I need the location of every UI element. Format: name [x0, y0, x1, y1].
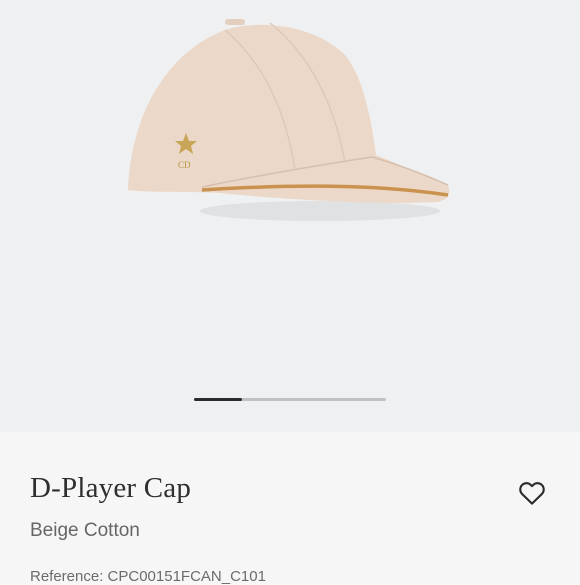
product-info	[0, 432, 580, 580]
svg-text:CD: CD	[178, 160, 191, 170]
carousel-progress-fill	[194, 398, 242, 401]
product-image: CD	[128, 19, 450, 221]
product-reference: Reference: CPC00151FCAN_C101	[30, 568, 266, 585]
heart-outline-icon	[519, 482, 545, 505]
wishlist-button[interactable]	[517, 478, 547, 508]
carousel-progress[interactable]	[194, 398, 386, 401]
product-gallery[interactable]: CD	[0, 0, 580, 432]
product-title: D-Player Cap	[30, 472, 192, 504]
product-variant: Beige Cotton	[30, 520, 140, 541]
